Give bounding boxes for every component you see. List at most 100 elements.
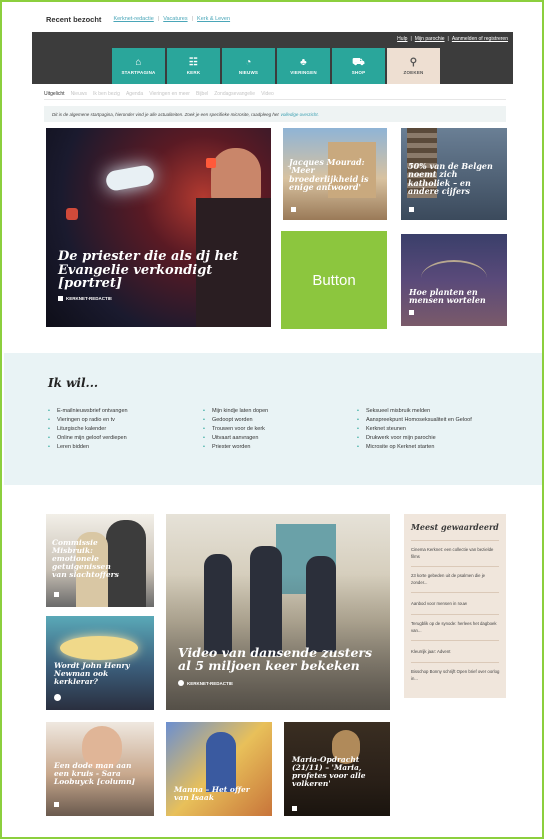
article-icon [409,310,414,315]
tab-bezig[interactable]: Ik ben bezig [93,91,120,97]
nav-label: ZOEKEN [403,70,424,75]
article-title: Een dode man aan een kruis - Sara Loobuy… [54,761,136,786]
top-links: Hulp | Mijn parochie | Aanmelden of regi… [397,36,508,42]
nav-label: SHOP [351,70,366,75]
tab-bijbel[interactable]: Bijbel [196,91,208,97]
ik-wil-link[interactable]: Kerknet steunen [357,425,472,434]
separator: | [157,16,160,22]
article-card[interactable]: Manna – Het offer van Isaak [166,722,272,816]
recent-link-redactie[interactable]: Kerknet-redactie [113,16,153,22]
ik-wil-link[interactable]: Leren bidden [48,443,128,452]
article-card[interactable]: Jacques Mourad: 'Meer broederlijkheid is… [283,128,387,220]
nav-label: STARTPAGINA [121,70,156,75]
nav-label: KERK [186,70,201,75]
separator: | [191,16,194,22]
nav-startpagina[interactable]: ⌂ STARTPAGINA [112,48,165,84]
ik-wil-link[interactable]: Microsite op Kerknet starten [357,443,472,452]
divider [411,566,499,567]
article-icon [54,592,59,597]
tab-zondagsevangelie[interactable]: Zondagsevangelie [214,91,255,97]
nav-label: NIEUWS [238,70,259,75]
article-title: Maria-Opdracht (21/11) – 'Maria, profete… [292,755,366,788]
info-text: Dit is de algemene startpagina, hieronde… [52,111,279,117]
ik-wil-col-3: Seksueel misbruik melden Aanspreekpunt H… [357,407,472,452]
ik-wil-link[interactable]: Online mijn geloof verdiepen [48,434,128,443]
article-card[interactable]: Wordt John Henry Newman ook kerklerar? [46,616,154,710]
sidebar-item[interactable]: Kleurrijk jaar: Advent [411,648,501,655]
sidebar-item[interactable]: Aanbod voor mensen in rouw [411,600,501,607]
separator: | [447,36,449,42]
search-icon: ⚲ [409,57,418,68]
section-tabs: Uitgelicht Nieuws Ik ben bezig Agenda Vi… [44,88,506,100]
ik-wil-link[interactable]: Trouwen voor de kerk [203,425,268,434]
nav-vieringen[interactable]: ♣ VIERINGEN [277,48,330,84]
hero-title: De priester die als dj het Evangelie ver… [58,249,239,292]
article-image [60,636,138,660]
article-title: Manna – Het offer van Isaak [174,785,250,802]
sidebar-item[interactable]: Bisschop Bonny schrijft Open brief over … [411,668,501,682]
article-card[interactable]: Hoe planten en mensen wortelen [401,234,507,326]
ik-wil-link[interactable]: Uitvaart aanvragen [203,434,268,443]
divider [411,592,499,593]
recent-link-vacatures[interactable]: Vacatures [163,16,187,22]
ik-wil-link[interactable]: Aanspreekpunt Homoseksualiteit en Geloof [357,416,472,425]
recent-link-kerk-leven[interactable]: Kerk & Leven [197,16,230,22]
article-title: 50% van de Belgen noemt zich katholiek –… [408,161,493,197]
ik-wil-link[interactable]: Mijn kindje laten dopen [203,407,268,416]
nav-zoeken[interactable]: ⚲ ZOEKEN [387,48,440,84]
tab-nieuws[interactable]: Nieuws [71,91,87,97]
ik-wil-link[interactable]: Gedoopt worden [203,416,268,425]
article-card[interactable]: Commissie Misbruik: emotionele getuigeni… [46,514,154,607]
article-title: Commissie Misbruik: emotionele getuigeni… [52,538,119,579]
separator: | [410,36,412,42]
tab-video[interactable]: Video [261,91,274,97]
ik-wil-col-2: Mijn kindje laten dopen Gedoopt worden T… [203,407,268,452]
info-bar: Dit is de algemene startpagina, hieronde… [44,106,506,122]
nav-shop[interactable]: ⛟ SHOP [332,48,385,84]
ik-wil-section: Ik wil... E-mailnieuwsbrief ontvangen Vi… [4,353,542,485]
article-icon [58,296,63,301]
ik-wil-link[interactable]: E-mailnieuwsbrief ontvangen [48,407,128,416]
nav-nieuws[interactable]: ◔ NIEUWS [222,48,275,84]
clock-icon [54,694,61,701]
sidebar-item[interactable]: Terugblik op de synode: herlees het dagb… [411,620,501,634]
overview-link[interactable]: volledige overzicht. [281,112,319,117]
celebration-icon: ♣ [300,57,307,68]
article-title: Jacques Mourad: 'Meer broederlijkheid is… [289,157,369,193]
sidebar-item[interactable]: Cinema Kerknet: een collectie van beziel… [411,546,501,560]
sidebar-item[interactable]: 23 korte gebeden uit de psalmen die je z… [411,572,501,586]
ik-wil-link[interactable]: Priester worden [203,443,268,452]
video-card[interactable]: Video van dansende zusters al 5 miljoen … [166,514,390,710]
ik-wil-title: Ik wil... [48,376,99,390]
login-link[interactable]: Aanmelden of registreren [452,36,508,42]
article-card[interactable]: Maria-Opdracht (21/11) – 'Maria, profete… [284,722,390,816]
tab-agenda[interactable]: Agenda [126,91,143,97]
cart-icon: ⛟ [352,57,365,68]
page-frame: Recent bezocht Kerknet-redactie | Vacatu… [0,0,544,839]
ik-wil-link[interactable]: Vieringen op radio en tv [48,416,128,425]
ik-wil-link[interactable]: Seksueel misbruik melden [357,407,472,416]
divider [411,662,499,663]
green-button[interactable]: Button [281,231,387,329]
article-title: Hoe planten en mensen wortelen [409,287,486,306]
ik-wil-link[interactable]: Drukwerk voor mijn parochie [357,434,472,443]
article-card[interactable]: 50% van de Belgen noemt zich katholiek –… [401,128,507,220]
article-icon [291,207,296,212]
hero-card[interactable]: De priester die als dj het Evangelie ver… [46,128,271,327]
divider [411,540,499,541]
article-card[interactable]: Een dode man aan een kruis - Sara Loobuy… [46,722,154,816]
news-icon: ◔ [245,57,252,68]
ik-wil-link[interactable]: Liturgische kalender [48,425,128,434]
help-link[interactable]: Hulp [397,36,407,42]
most-rated-sidebar: Meest gewaardeerd Cinema Kerknet: een co… [404,514,506,698]
parish-link[interactable]: Mijn parochie [415,36,445,42]
sidebar-title: Meest gewaardeerd [411,522,499,532]
article-image [206,732,236,792]
tab-uitgelicht[interactable]: Uitgelicht [44,91,65,97]
nav-label: VIERINGEN [290,70,317,75]
nav-kerk[interactable]: ☷ KERK [167,48,220,84]
ik-wil-col-1: E-mailnieuwsbrief ontvangen Vieringen op… [48,407,128,452]
article-title: Wordt John Henry Newman ook kerklerar? [54,661,130,686]
tab-vieringen[interactable]: Vieringen en meer [149,91,190,97]
video-title: Video van dansende zusters al 5 miljoen … [178,645,373,674]
